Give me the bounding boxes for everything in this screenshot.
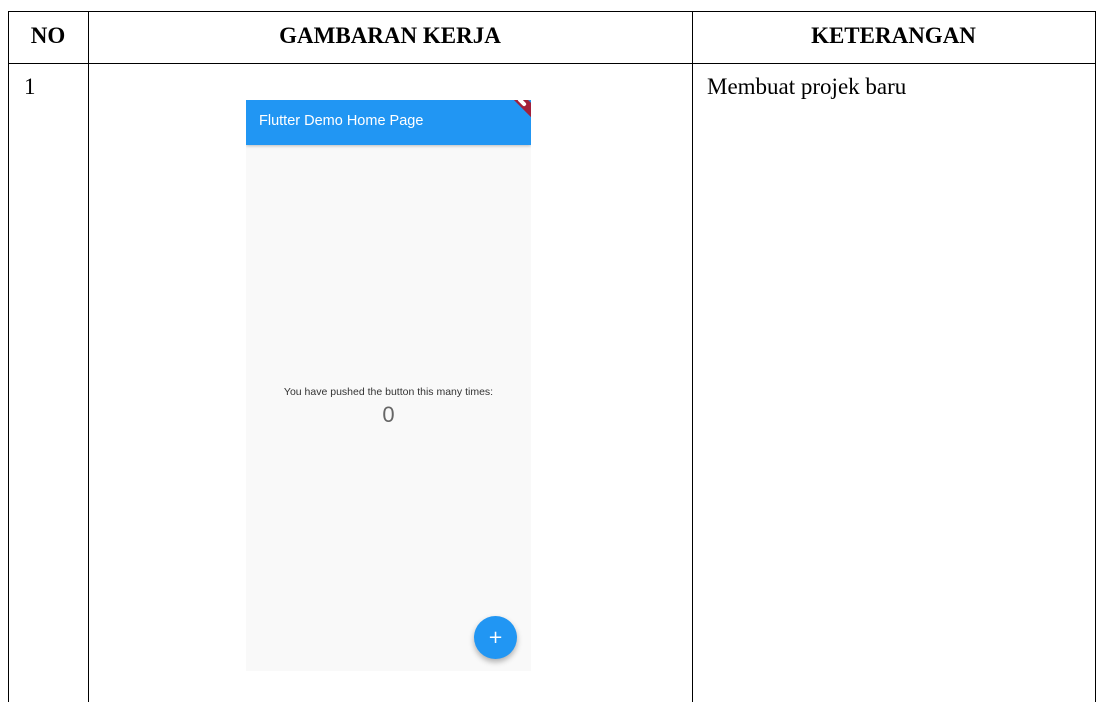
counter-value: 0 [382,402,395,427]
table-header-divider [8,63,1096,64]
table-border-top [8,11,1096,12]
app-bar-title: Flutter Demo Home Page [259,113,424,129]
row-keterangan: Membuat projek baru [707,74,907,99]
phone-screenshot: Flutter Demo Home Page You have pushed t… [246,100,531,671]
increment-fab-button[interactable]: + [474,616,517,659]
add-icon: + [487,627,504,648]
table-column-divider-2 [692,11,693,702]
table-border-left [8,11,9,702]
header-keterangan: KETERANGAN [811,23,976,48]
table-column-divider-1 [88,11,89,702]
table-border-right [1095,11,1096,702]
counter-label: You have pushed the button this many tim… [283,386,494,398]
header-no: NO [30,23,66,48]
app-bar: Flutter Demo Home Page [246,100,531,145]
row-number: 1 [24,74,36,99]
header-gambaran-kerja: GAMBARAN KERJA [279,23,501,48]
